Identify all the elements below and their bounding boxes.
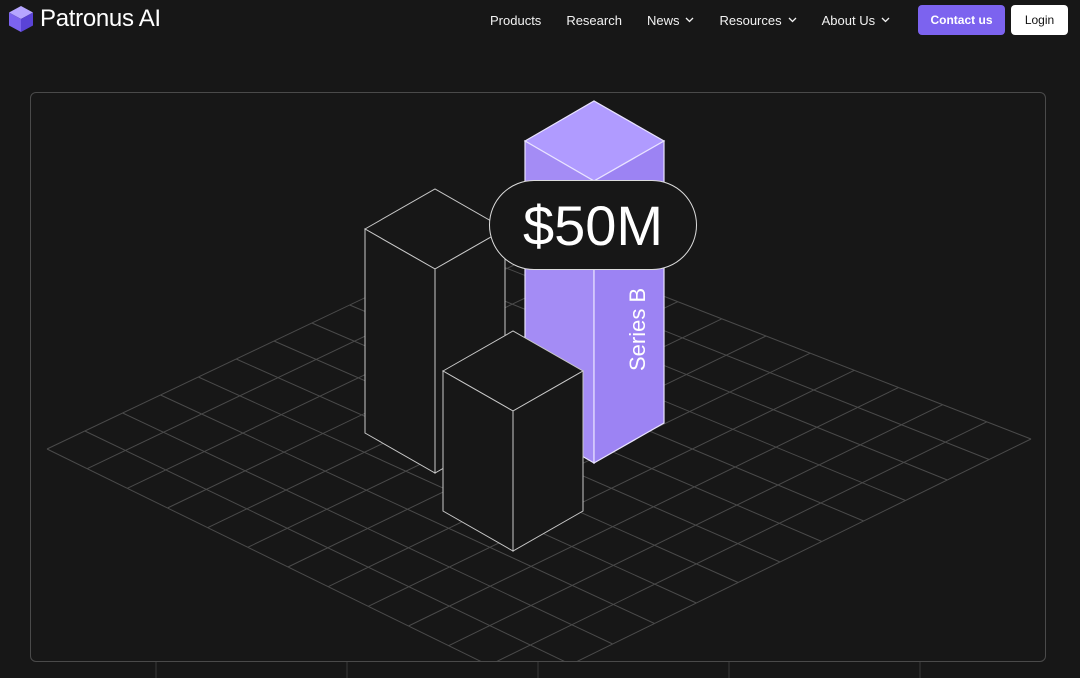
nav-item-products[interactable]: Products xyxy=(490,13,541,28)
bottom-divider-ticks xyxy=(155,662,921,678)
contact-us-button[interactable]: Contact us xyxy=(918,5,1005,35)
purple-cube-icon xyxy=(9,6,33,32)
nav-item-label: News xyxy=(646,12,680,28)
nav-item-resources[interactable]: Resources xyxy=(719,12,797,28)
login-button[interactable]: Login xyxy=(1011,5,1068,35)
grid-line xyxy=(576,438,1032,661)
nav-item-label: Resources xyxy=(719,12,782,28)
front-dark-tower xyxy=(441,330,585,552)
chevron-down-icon xyxy=(881,17,890,23)
funding-amount-badge: $50M xyxy=(489,180,697,270)
brand-logo-link[interactable]: Patronus AI xyxy=(6,4,161,34)
main-nav: Products Research News Resources About U… xyxy=(490,0,915,40)
nav-item-news[interactable]: News xyxy=(647,13,695,28)
chevron-down-icon xyxy=(686,17,694,23)
nav-item-label: About Us xyxy=(821,12,876,28)
nav-item-label: Products xyxy=(490,12,542,28)
nav-item-about-us[interactable]: About Us xyxy=(822,13,890,28)
hero-illustration-card: $50M Series B xyxy=(30,92,1046,662)
chevron-down-icon xyxy=(788,17,797,23)
series-b-label: Series B xyxy=(625,287,650,371)
brand-name: Patronus AI xyxy=(40,5,161,32)
nav-item-research[interactable]: Research xyxy=(566,13,622,28)
top-navbar: Patronus AI Products Research News Resou… xyxy=(0,0,1080,40)
nav-item-label: Research xyxy=(566,12,622,28)
isometric-bars-illustration xyxy=(46,100,1032,661)
